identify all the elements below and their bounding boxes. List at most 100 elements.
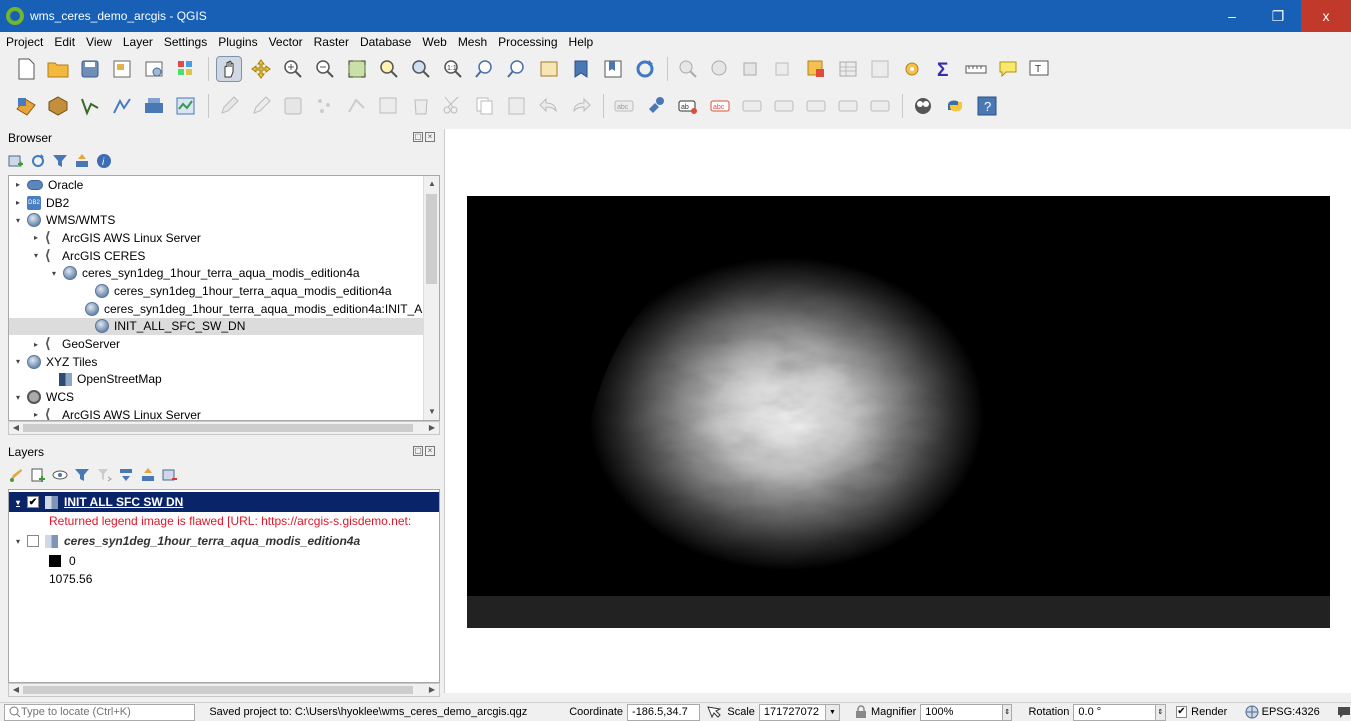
tree-node-wms-wmts[interactable]: ▾ WMS/WMTS [9,211,439,229]
toggle-editing-button[interactable] [249,94,273,118]
manage-map-themes-icon[interactable] [52,467,68,483]
open-project-button[interactable] [46,57,70,81]
map-tips-button[interactable] [996,57,1020,81]
rotation-field[interactable]: 0.0 ° [1073,703,1157,721]
expand-arrow-icon[interactable]: ▸ [13,180,23,189]
browser-vertical-scrollbar[interactable]: ▲ ▼ [423,176,439,420]
current-edits-button[interactable] [217,94,241,118]
map-canvas[interactable] [444,129,1351,693]
data-source-manager-button[interactable] [14,94,38,118]
menu-plugins[interactable]: Plugins [218,35,257,49]
locator-bar[interactable] [4,703,196,721]
zoom-in-button[interactable] [281,57,305,81]
add-feature-button[interactable] [313,94,337,118]
save-project-button[interactable] [78,57,102,81]
layer-visibility-checkbox[interactable]: ✔ [27,496,39,508]
collapse-arrow-icon[interactable]: ▾ [13,393,23,402]
pan-to-selection-button[interactable] [249,57,273,81]
menu-raster[interactable]: Raster [314,35,349,49]
tree-node-ceres-init-all[interactable]: ceres_syn1deg_1hour_terra_aqua_modis_edi… [9,300,439,318]
select-features-button[interactable] [740,57,764,81]
expand-arrow-icon[interactable]: ▸ [31,233,41,242]
rotate-label-button[interactable] [836,94,860,118]
refresh-browser-icon[interactable] [30,153,46,169]
rotation-spinner-icon[interactable]: ⇕ [1156,703,1166,721]
close-panel-icon[interactable]: × [425,132,435,142]
menu-mesh[interactable]: Mesh [458,35,487,49]
show-layout-manager-button[interactable] [142,57,166,81]
add-selected-layers-icon[interactable] [8,153,24,169]
magnifier-spinner-icon[interactable]: ⇕ [1002,703,1013,721]
tree-node-init-all-sfc-sw-dn[interactable]: INIT_ALL_SFC_SW_DN [9,317,439,336]
tree-node-db2[interactable]: ▸ DB2 DB2 [9,194,439,212]
zoom-to-selection-button[interactable] [377,57,401,81]
deselect-features-button[interactable] [772,57,796,81]
show-unplaced-labels-button[interactable]: abc [708,94,732,118]
open-attribute-table-button[interactable] [836,57,860,81]
new-temporary-layer-button[interactable] [110,94,134,118]
zoom-last-button[interactable] [473,57,497,81]
measure-button[interactable] [964,57,988,81]
tree-node-ceres-group[interactable]: ▾ ceres_syn1deg_1hour_terra_aqua_modis_ed… [9,264,439,282]
tree-node-arcgis-aws[interactable]: ▸ ArcGIS AWS Linux Server [9,229,439,247]
zoom-out-button[interactable] [313,57,337,81]
float-panel-icon[interactable]: ▢ [413,132,423,142]
scale-dropdown-icon[interactable]: ▼ [826,703,840,721]
coordinate-field[interactable]: -186.5,34.7 [627,703,701,721]
toggle-extents-icon[interactable] [706,705,722,719]
messages-icon[interactable] [1336,704,1351,720]
show-hide-labels-button[interactable] [772,94,796,118]
help-button[interactable]: ? [975,94,999,118]
menu-help[interactable]: Help [569,35,594,49]
collapse-all-icon[interactable] [74,153,90,169]
scroll-down-icon[interactable]: ▼ [424,404,439,420]
collapse-arrow-icon[interactable]: ▾ [49,269,59,278]
scale-field[interactable]: 171727072 [758,703,827,721]
new-map-view-button[interactable] [537,57,561,81]
expand-arrow-icon[interactable]: ▸ [31,340,41,349]
expand-all-icon[interactable] [118,467,134,483]
minimize-button[interactable]: – [1209,0,1255,32]
statistical-summary-button[interactable]: Σ [932,57,956,81]
layer-ceres-syn1deg[interactable]: ▾ ceres_syn1deg_1hour_terra_aqua_modis_e… [9,530,439,552]
show-bookmarks-button[interactable] [601,57,625,81]
expand-arrow-icon[interactable]: ▸ [13,198,23,207]
collapse-arrow-icon[interactable]: ▾ [13,498,23,507]
redo-button[interactable] [569,94,593,118]
tree-node-wcs-arcgis-aws[interactable]: ▸ ArcGIS AWS Linux Server [9,406,439,420]
float-panel-icon[interactable]: ▢ [413,446,423,456]
new-bookmark-button[interactable] [569,57,593,81]
modify-attributes-button[interactable] [377,94,401,118]
browser-horizontal-scrollbar[interactable]: ◀ ▶ [8,421,440,435]
paste-features-button[interactable] [505,94,529,118]
tree-node-xyz-tiles[interactable]: ▾ XYZ Tiles [9,353,439,371]
vertex-tool-button[interactable] [345,94,369,118]
scroll-right-icon[interactable]: ▶ [425,422,439,434]
scroll-left-icon[interactable]: ◀ [9,422,23,434]
python-console-button[interactable] [943,94,967,118]
highlight-pinned-labels-button[interactable] [644,94,668,118]
zoom-native-resolution-button[interactable]: 1:1 [441,57,465,81]
filter-browser-icon[interactable] [52,153,68,169]
new-shapefile-layer-button[interactable] [78,94,102,118]
close-button[interactable]: x [1301,0,1351,32]
pan-map-button[interactable] [216,56,242,82]
tree-node-openstreetmap[interactable]: OpenStreetMap [9,371,439,389]
new-geopackage-layer-button[interactable] [46,94,70,118]
save-edits-button[interactable] [281,94,305,118]
toolbox-button[interactable] [900,57,924,81]
collapse-arrow-icon[interactable]: ▾ [31,251,41,260]
plugin-metasearch-button[interactable] [911,94,935,118]
scroll-thumb[interactable] [426,194,437,284]
style-manager-button[interactable] [174,57,198,81]
crs-button[interactable]: EPSG:4326 [1262,706,1320,718]
layers-horizontal-scrollbar[interactable]: ◀ ▶ [8,683,440,697]
add-virtual-layer-button[interactable] [174,94,198,118]
scroll-up-icon[interactable]: ▲ [424,176,439,192]
magnifier-field[interactable]: 100% [920,703,1003,721]
run-feature-action-button[interactable] [708,57,732,81]
lock-icon[interactable] [854,705,867,719]
delete-selected-button[interactable] [409,94,433,118]
menu-database[interactable]: Database [360,35,411,49]
change-label-button[interactable] [868,94,892,118]
